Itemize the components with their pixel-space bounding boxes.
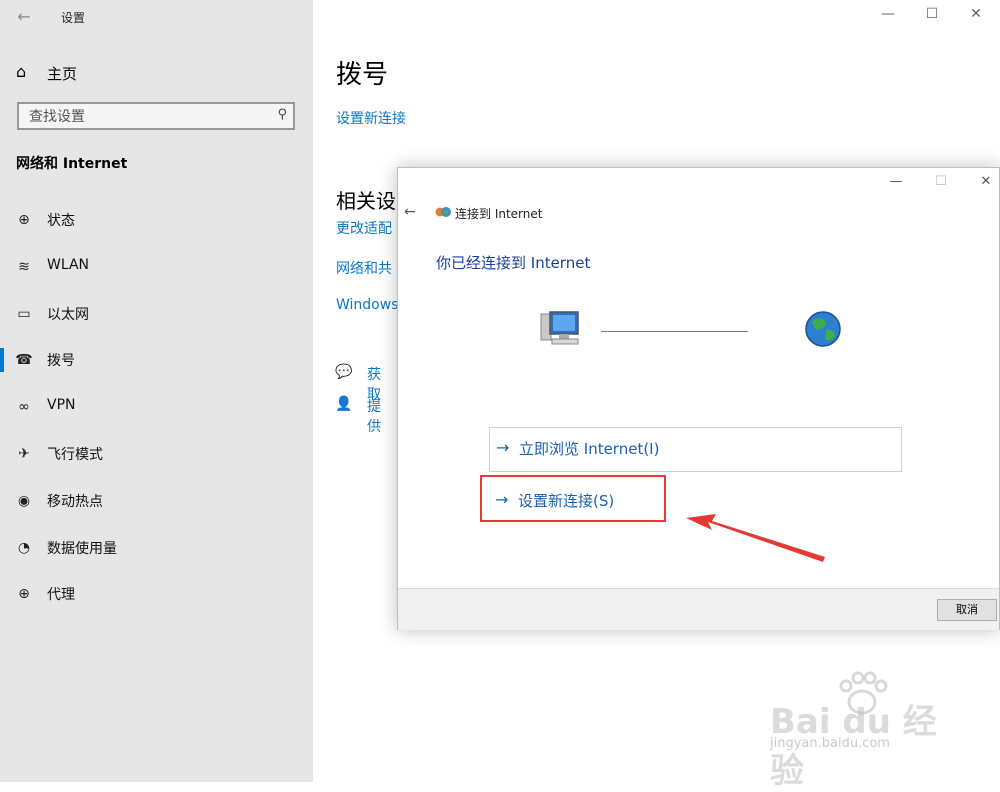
network-sharing-link[interactable]: 网络和共: [336, 258, 392, 278]
browse-internet-label: 立即浏览 Internet(I): [519, 440, 660, 458]
arrow-right-icon: →: [496, 438, 510, 457]
search-box: ⚲: [17, 102, 295, 130]
internet-globe-icon: [805, 311, 841, 347]
give-feedback-label: 提供: [367, 399, 381, 435]
baidu-watermark: Bai du 经验 jingyan.baidu.com: [762, 671, 962, 791]
sidebar-item-label: 以太网: [47, 307, 89, 323]
app-title: 设置: [61, 11, 86, 25]
watermark-url: jingyan.baidu.com: [770, 736, 890, 751]
sidebar-item-label: WLAN: [47, 257, 90, 273]
sidebar-item-wlan[interactable]: ≋ WLAN: [0, 251, 313, 283]
airplane-icon: ✈: [18, 446, 30, 462]
page-title: 拨号: [336, 60, 389, 90]
sidebar-item-label: 数据使用量: [47, 541, 117, 557]
minimize-icon[interactable]: —: [873, 6, 903, 22]
sidebar-item-status[interactable]: ⊕ 状态: [0, 204, 313, 236]
maximize-icon[interactable]: ☐: [917, 6, 947, 22]
help-chat-icon: 💬: [335, 364, 353, 380]
sidebar-item-proxy[interactable]: ⊕ 代理: [0, 578, 313, 610]
connection-line: [601, 331, 748, 332]
computer-icon: [540, 311, 579, 345]
sidebar-item-label: 飞行模式: [47, 447, 103, 463]
home-icon: ⌂: [16, 62, 27, 81]
sidebar-item-label: VPN: [47, 397, 76, 413]
sidebar-item-data-usage[interactable]: ◔ 数据使用量: [0, 532, 313, 564]
change-adapter-link[interactable]: 更改适配: [336, 218, 392, 238]
wifi-icon: ≋: [18, 259, 30, 275]
browse-internet-option[interactable]: → 立即浏览 Internet(I): [489, 427, 902, 472]
dialog-footer: 取消: [398, 588, 999, 630]
section-title: 网络和 Internet: [16, 156, 128, 172]
red-highlight-box: [480, 475, 666, 522]
sidebar-item-airplane[interactable]: ✈ 飞行模式: [0, 438, 313, 470]
sidebar-item-hotspot[interactable]: ◉ 移动热点: [0, 485, 313, 517]
sidebar-item-label: 状态: [47, 213, 75, 229]
vpn-icon: ∞: [18, 399, 30, 415]
dialup-icon: ☎: [15, 352, 33, 368]
windows-firewall-link[interactable]: Windows: [336, 297, 399, 313]
hotspot-icon: ◉: [17, 493, 31, 509]
search-input[interactable]: [27, 106, 271, 128]
network-connection-icon: [435, 207, 451, 217]
close-icon[interactable]: ✕: [973, 174, 999, 189]
dialog-title: 连接到 Internet: [455, 207, 543, 221]
close-icon[interactable]: ✕: [961, 6, 991, 22]
feedback-icon: 👤: [335, 396, 353, 412]
data-usage-icon: ◔: [17, 540, 31, 556]
minimize-icon[interactable]: —: [883, 174, 909, 189]
sidebar-item-label: 代理: [47, 587, 75, 603]
globe-status-icon: ⊕: [18, 212, 30, 228]
ethernet-icon: ▭: [17, 306, 31, 322]
setup-new-connection-link[interactable]: 设置新连接: [336, 108, 406, 128]
sidebar-item-ethernet[interactable]: ▭ 以太网: [0, 298, 313, 330]
back-arrow-icon[interactable]: ←: [14, 7, 34, 27]
settings-sidebar: ← 设置 ⌂ 主页 ⚲ 网络和 Internet ⊕ 状态 ≋ WLAN ▭ 以…: [0, 0, 313, 782]
connect-to-internet-dialog: — ☐ ✕ ← 连接到 Internet 你已经连接到 Internet → 立…: [397, 167, 1000, 630]
sidebar-item-label: 拨号: [47, 353, 75, 369]
sidebar-item-label: 主页: [47, 65, 78, 83]
sidebar-item-dialup[interactable]: ☎ 拨号: [0, 344, 313, 376]
back-arrow-icon[interactable]: ←: [404, 204, 416, 220]
search-icon[interactable]: ⚲: [277, 107, 287, 122]
sidebar-item-home[interactable]: ⌂ 主页: [0, 58, 313, 88]
related-settings-title: 相关设: [336, 189, 396, 213]
proxy-globe-icon: ⊕: [18, 586, 30, 602]
maximize-icon: ☐: [935, 174, 947, 189]
dialog-heading: 你已经连接到 Internet: [436, 254, 591, 272]
cancel-button[interactable]: 取消: [937, 599, 997, 621]
sidebar-item-label: 移动热点: [47, 494, 103, 510]
sidebar-item-vpn[interactable]: ∞ VPN: [0, 391, 313, 423]
